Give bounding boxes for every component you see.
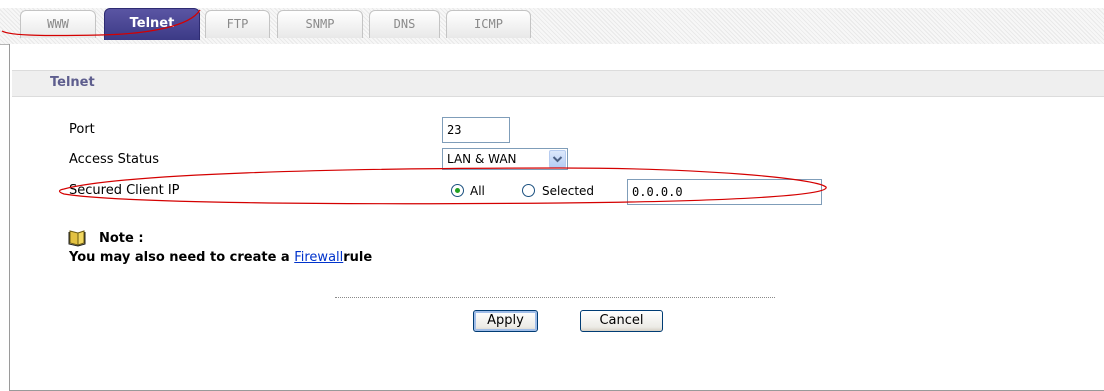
divider [335,297,775,298]
apply-button[interactable]: Apply [473,310,538,332]
cancel-button[interactable]: Cancel [580,310,663,332]
client-ip-input[interactable]: 0.0.0.0 [627,179,822,205]
note-text: You may also need to create a Firewallru… [69,250,372,265]
radio-selected[interactable] [522,184,535,197]
port-input[interactable]: 23 [442,117,510,143]
secured-client-ip-label: Secured Client IP [69,183,180,198]
firewall-link[interactable]: Firewall [294,250,343,265]
telnet-settings-page: WWW Telnet FTP SNMP DNS ICMP Telnet Port… [0,0,1104,391]
section-title: Telnet [50,75,95,90]
tab-ftp[interactable]: FTP [205,10,270,38]
port-label: Port [69,122,95,137]
note-heading: Note : [99,231,144,246]
access-status-label: Access Status [69,152,160,167]
tab-strip: WWW Telnet FTP SNMP DNS ICMP [0,0,1104,45]
radio-all-label: All [470,184,485,198]
chevron-down-icon[interactable] [549,150,566,168]
access-status-select[interactable]: LAN & WAN [442,148,568,170]
tab-icmp[interactable]: ICMP [446,10,531,38]
tab-www[interactable]: WWW [20,10,96,38]
note-icon [67,229,87,247]
radio-selected-label: Selected [542,184,595,198]
section-header: Telnet [12,70,1104,97]
tab-snmp[interactable]: SNMP [277,10,363,38]
access-status-value: LAN & WAN [447,152,517,166]
tab-dns[interactable]: DNS [369,10,440,38]
note-text-after: rule [343,250,373,265]
note-text-before: You may also need to create a [69,250,295,265]
content-panel: Telnet [9,44,1104,391]
tab-telnet[interactable]: Telnet [104,8,200,40]
radio-all[interactable] [451,184,464,197]
